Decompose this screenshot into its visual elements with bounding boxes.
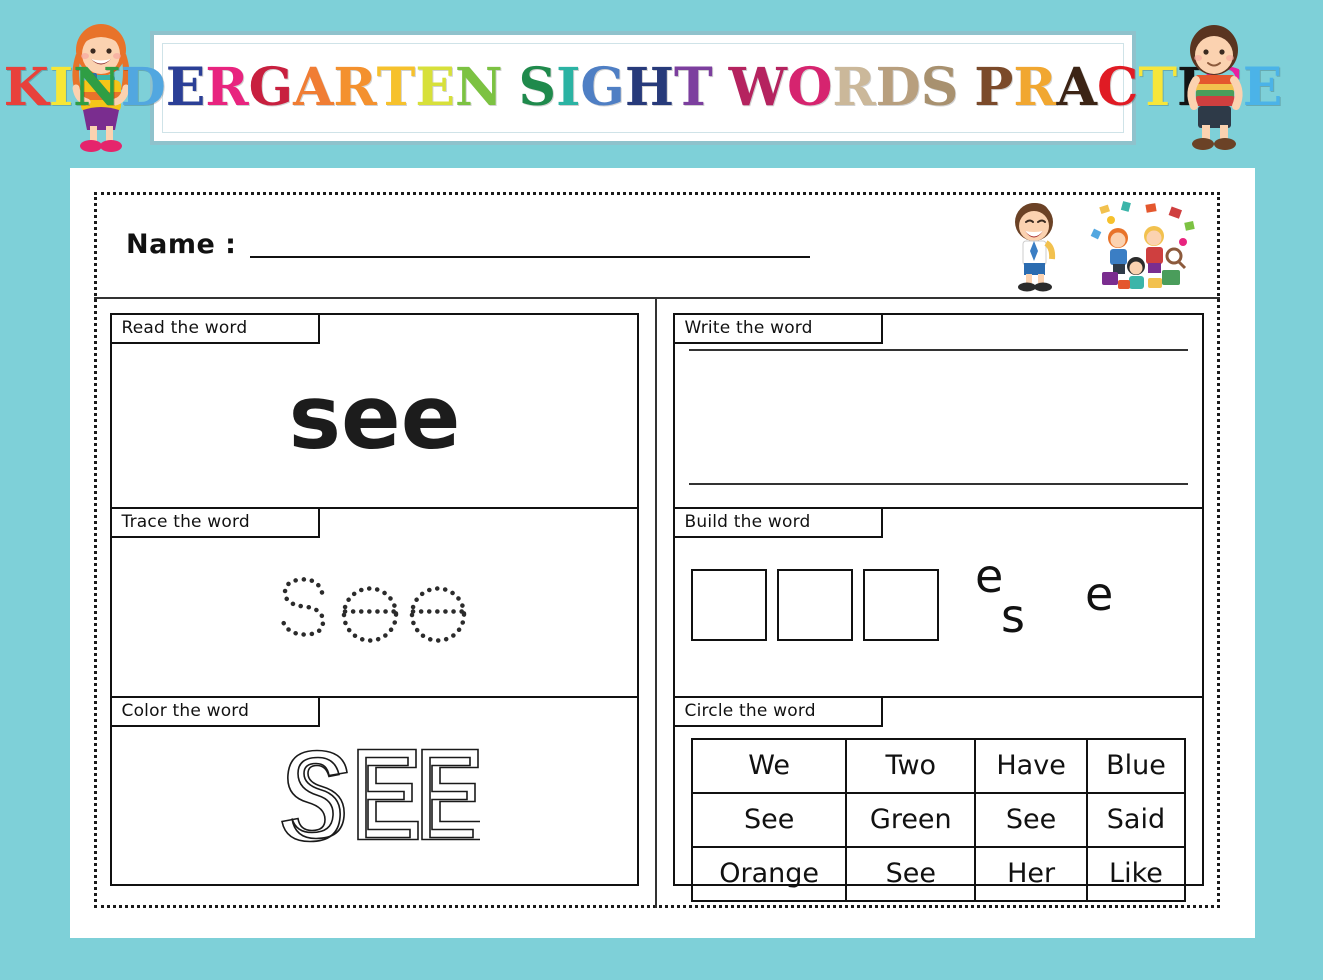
word-grid-cell[interactable]: Two bbox=[845, 738, 977, 794]
build-loose-letter[interactable]: e bbox=[1085, 571, 1113, 617]
build-word-area: e s e bbox=[675, 545, 1202, 696]
title-letter: S bbox=[920, 57, 959, 118]
panel-trace-the-word: Trace the word bbox=[109, 506, 639, 698]
page-title: KINDERGARTENSIGHTWORDSPRACTICE bbox=[4, 62, 1283, 114]
title-letter: I bbox=[48, 57, 74, 118]
title-letter: G bbox=[580, 57, 625, 118]
title-letter: D bbox=[120, 57, 166, 118]
title-letter: E bbox=[165, 57, 206, 118]
word-grid-cell[interactable]: Green bbox=[845, 792, 977, 848]
name-label: Name : bbox=[126, 229, 237, 260]
panel-color-the-word: Color the word bbox=[109, 695, 639, 886]
name-input-line[interactable] bbox=[250, 255, 811, 258]
word-grid-cell[interactable]: Have bbox=[974, 738, 1088, 794]
panel-body-write bbox=[675, 315, 1202, 507]
worksheet-title-frame: KINDERGARTENSIGHTWORDSPRACTICE bbox=[4, 31, 1282, 145]
title-letter: G bbox=[248, 57, 294, 118]
panel-body-read: see bbox=[112, 315, 637, 507]
title-letter: P bbox=[974, 57, 1014, 118]
title-letter: W bbox=[728, 57, 788, 118]
panel-tab-read: Read the word bbox=[109, 312, 320, 344]
panel-tab-color: Color the word bbox=[109, 695, 320, 727]
word-grid-cell[interactable]: See bbox=[845, 846, 977, 902]
title-letter: A bbox=[1056, 57, 1097, 118]
word-grid-cell[interactable]: Blue bbox=[1085, 738, 1187, 794]
panel-write-the-word: Write the word bbox=[672, 312, 1204, 509]
panel-read-the-word: Read the word see bbox=[109, 312, 639, 509]
title-letter: T bbox=[376, 57, 416, 118]
title-letter: E bbox=[415, 57, 455, 118]
panel-tab-trace: Trace the word bbox=[109, 506, 320, 538]
title-letter: N bbox=[73, 57, 121, 118]
title-letter: K bbox=[3, 57, 49, 118]
kids-with-school-supplies-illustration bbox=[1086, 200, 1204, 297]
boy-with-books-illustration bbox=[1168, 20, 1260, 152]
title-letter: R bbox=[205, 57, 249, 118]
laughing-schoolboy-illustration bbox=[1000, 200, 1072, 297]
worksheet-header: KINDERGARTENSIGHTWORDSPRACTICE bbox=[0, 0, 1323, 170]
worksheet-sheet: Name : Read the word see Trace the word … bbox=[70, 168, 1255, 938]
word-grid-cell[interactable]: Like bbox=[1085, 846, 1187, 902]
right-activity-column: Write the word Build the word e s e Circ… bbox=[657, 299, 1220, 908]
name-row-illustrations bbox=[1000, 200, 1204, 297]
build-letter-box[interactable] bbox=[691, 569, 767, 641]
word-grid-cell[interactable]: See bbox=[974, 792, 1088, 848]
left-activity-column: Read the word see Trace the word Color t… bbox=[94, 299, 657, 908]
title-letter: C bbox=[1096, 57, 1139, 118]
word-grid-row: See Green See Said bbox=[690, 792, 1187, 848]
write-word-lines[interactable] bbox=[689, 349, 1188, 493]
title-letter: R bbox=[1013, 57, 1057, 118]
write-line-top[interactable] bbox=[689, 349, 1188, 351]
panel-tab-build: Build the word bbox=[672, 506, 883, 538]
title-letter: O bbox=[787, 57, 833, 118]
panel-tab-write: Write the word bbox=[672, 312, 883, 344]
word-grid-row: We Two Have Blue bbox=[690, 738, 1187, 794]
circle-word-grid: We Two Have Blue See Green See Said Orange See Her… bbox=[690, 738, 1187, 902]
title-letter: S bbox=[518, 57, 557, 118]
trace-word-dotted[interactable] bbox=[112, 538, 637, 667]
build-loose-letter[interactable]: s bbox=[1001, 593, 1025, 639]
panel-tab-circle: Circle the word bbox=[672, 695, 883, 727]
build-loose-letter[interactable]: e bbox=[975, 553, 1003, 599]
word-grid-row: Orange See Her Like bbox=[690, 846, 1187, 902]
build-letter-box[interactable] bbox=[863, 569, 939, 641]
word-grid-cell[interactable]: Orange bbox=[690, 846, 848, 902]
read-word-text: see bbox=[288, 366, 461, 469]
title-letter: R bbox=[832, 57, 876, 118]
worksheet-title-inner-border: KINDERGARTENSIGHTWORDSPRACTICE bbox=[4, 43, 1282, 133]
panel-build-the-word: Build the word e s e bbox=[672, 506, 1204, 698]
build-letter-box[interactable] bbox=[777, 569, 853, 641]
title-letter: H bbox=[624, 57, 674, 118]
word-grid-cell[interactable]: Said bbox=[1085, 792, 1187, 848]
panel-circle-the-word: Circle the word We Two Have Blue See Green See… bbox=[672, 695, 1204, 902]
word-grid-cell[interactable]: Her bbox=[974, 846, 1088, 902]
title-letter: N bbox=[454, 57, 503, 118]
word-grid-cell[interactable]: We bbox=[690, 738, 848, 794]
word-grid-cell[interactable]: See bbox=[690, 792, 848, 848]
title-letter: R bbox=[333, 57, 377, 118]
title-letter: A bbox=[293, 57, 334, 118]
write-line-bottom[interactable] bbox=[689, 483, 1188, 485]
title-letter: I bbox=[556, 57, 581, 118]
title-letter: D bbox=[875, 57, 921, 118]
worksheet-activity-grid: Read the word see Trace the word Color t… bbox=[94, 297, 1220, 908]
build-letter-boxes[interactable] bbox=[691, 569, 939, 641]
title-letter: T bbox=[673, 57, 713, 118]
color-word-outline[interactable] bbox=[112, 726, 637, 857]
name-row: Name : bbox=[94, 192, 1220, 297]
